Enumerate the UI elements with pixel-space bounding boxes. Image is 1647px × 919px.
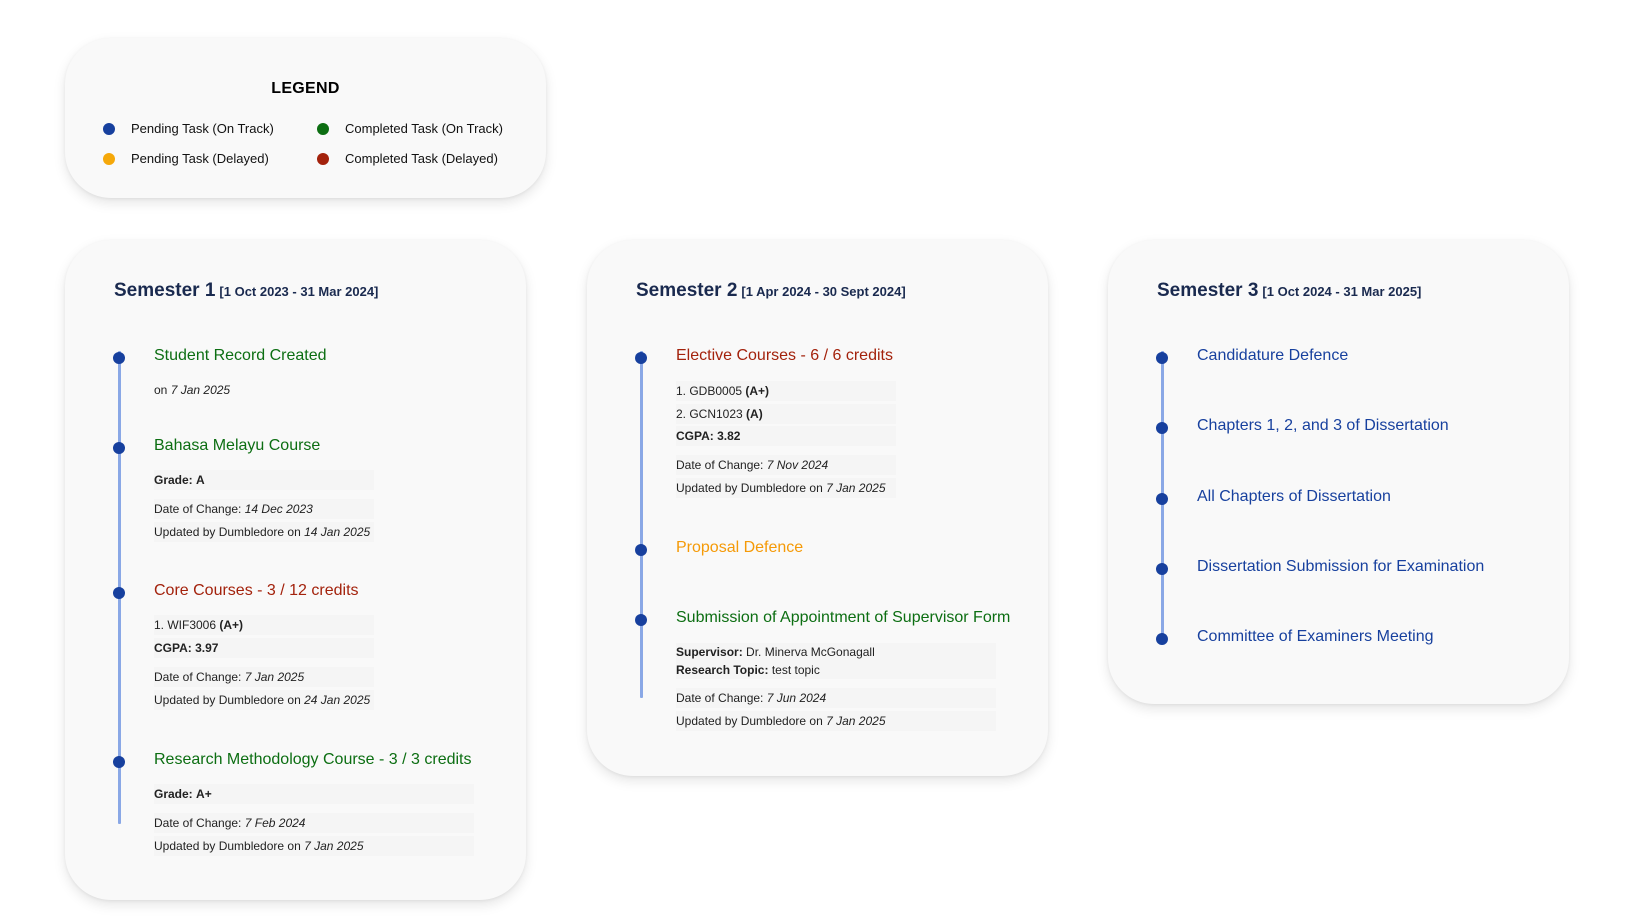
task-research-topic: Research Topic: test topic [676, 661, 996, 679]
task-status-dot-icon [1156, 493, 1168, 505]
task-status-dot-icon [113, 756, 125, 768]
task-title: Committee of Examiners Meeting [1197, 628, 1434, 645]
task-cgpa: CGPA: 3.97 [154, 638, 374, 658]
task-updated-info: Updated by Dumbledore on 7 Jan 2025 [676, 711, 996, 731]
task-status-dot-icon [1156, 563, 1168, 575]
task-cgpa: CGPA: 3.82 [676, 426, 896, 446]
legend-label: Pending Task (On Track) [131, 121, 274, 136]
task-title: Proposal Defence [676, 539, 804, 556]
semester-title: Semester 1 [114, 280, 216, 301]
task-created-date: on 7 Jan 2025 [154, 383, 231, 397]
semester-2-card: Semester 2 [1 Apr 2024 - 30 Sept 2024] El… [587, 240, 1048, 776]
course-entry: 1. GDB0005 (A+) [676, 381, 896, 401]
task-title: Elective Courses - 6 / 6 credits [676, 347, 893, 364]
semester-3-card: Semester 3 [1 Oct 2024 - 31 Mar 2025] Can… [1108, 240, 1569, 704]
semester-date-range: [1 Oct 2024 - 31 Mar 2025] [1262, 284, 1422, 299]
task-status-dot-icon [113, 587, 125, 599]
task-change-date: Date of Change: 7 Nov 2024 [676, 455, 896, 475]
task-grade: Grade: A [154, 470, 374, 490]
pending-delayed-dot-icon [103, 152, 115, 165]
legend-item-pending-delayed: Pending Task (Delayed) [103, 151, 269, 166]
semester-header: Semester 3 [1 Oct 2024 - 31 Mar 2025] [1157, 280, 1421, 302]
task-title: All Chapters of Dissertation [1197, 488, 1391, 505]
task-change-date: Date of Change: 7 Jun 2024 [676, 688, 996, 708]
completed-delayed-dot-icon [317, 152, 329, 165]
task-change-date: Date of Change: 7 Jan 2025 [154, 667, 374, 687]
semester-header: Semester 2 [1 Apr 2024 - 30 Sept 2024] [636, 280, 906, 302]
task-title: Dissertation Submission for Examination [1197, 558, 1485, 575]
task-updated-info: Updated by Dumbledore on 24 Jan 2025 [154, 690, 374, 710]
course-entry: 2. GCN1023 (A) [676, 404, 896, 424]
legend-item-completed-delayed: Completed Task (Delayed) [317, 151, 498, 166]
legend-label: Completed Task (Delayed) [345, 151, 498, 166]
task-title: Chapters 1, 2, and 3 of Dissertation [1197, 417, 1449, 434]
legend-item-completed-on-track: Completed Task (On Track) [317, 121, 503, 136]
task-status-dot-icon [1156, 352, 1168, 364]
semester-1-card: Semester 1 [1 Oct 2023 - 31 Mar 2024] Stu… [65, 240, 526, 900]
legend-item-pending-on-track: Pending Task (On Track) [103, 121, 274, 136]
task-updated-info: Updated by Dumbledore on 7 Jan 2025 [676, 478, 896, 498]
semester-date-range: [1 Apr 2024 - 30 Sept 2024] [741, 284, 906, 299]
legend-label: Completed Task (On Track) [345, 121, 503, 136]
task-title: Student Record Created [154, 347, 327, 364]
task-status-dot-icon [113, 352, 125, 364]
completed-on-track-dot-icon [317, 122, 329, 135]
task-status-dot-icon [1156, 633, 1168, 645]
task-supervisor: Supervisor: Dr. Minerva McGonagall [676, 643, 996, 661]
task-updated-info: Updated by Dumbledore on 14 Jan 2025 [154, 522, 374, 542]
semester-header: Semester 1 [1 Oct 2023 - 31 Mar 2024] [114, 280, 378, 302]
task-grade: Grade: A+ [154, 784, 474, 804]
semester-title: Semester 2 [636, 280, 738, 301]
task-title: Bahasa Melayu Course [154, 437, 321, 454]
task-status-dot-icon [635, 614, 647, 626]
task-change-date: Date of Change: 14 Dec 2023 [154, 499, 374, 519]
pending-on-track-dot-icon [103, 122, 115, 135]
task-status-dot-icon [1156, 422, 1168, 434]
task-status-dot-icon [635, 352, 647, 364]
task-status-dot-icon [113, 442, 125, 454]
task-change-date: Date of Change: 7 Feb 2024 [154, 813, 474, 833]
timeline-line [640, 351, 643, 698]
task-title: Submission of Appointment of Supervisor … [676, 609, 1011, 626]
semester-title: Semester 3 [1157, 280, 1259, 301]
course-entry: 1. WIF3006 (A+) [154, 615, 374, 635]
semester-date-range: [1 Oct 2023 - 31 Mar 2024] [219, 284, 379, 299]
task-status-dot-icon [635, 544, 647, 556]
legend-card: LEGEND Pending Task (On Track) Completed… [65, 38, 546, 198]
legend-label: Pending Task (Delayed) [131, 151, 269, 166]
task-updated-info: Updated by Dumbledore on 7 Jan 2025 [154, 836, 474, 856]
task-title: Core Courses - 3 / 12 credits [154, 582, 359, 599]
task-title: Research Methodology Course - 3 / 3 cred… [154, 751, 472, 768]
legend-title: LEGEND [271, 80, 340, 97]
task-title: Candidature Defence [1197, 347, 1349, 364]
